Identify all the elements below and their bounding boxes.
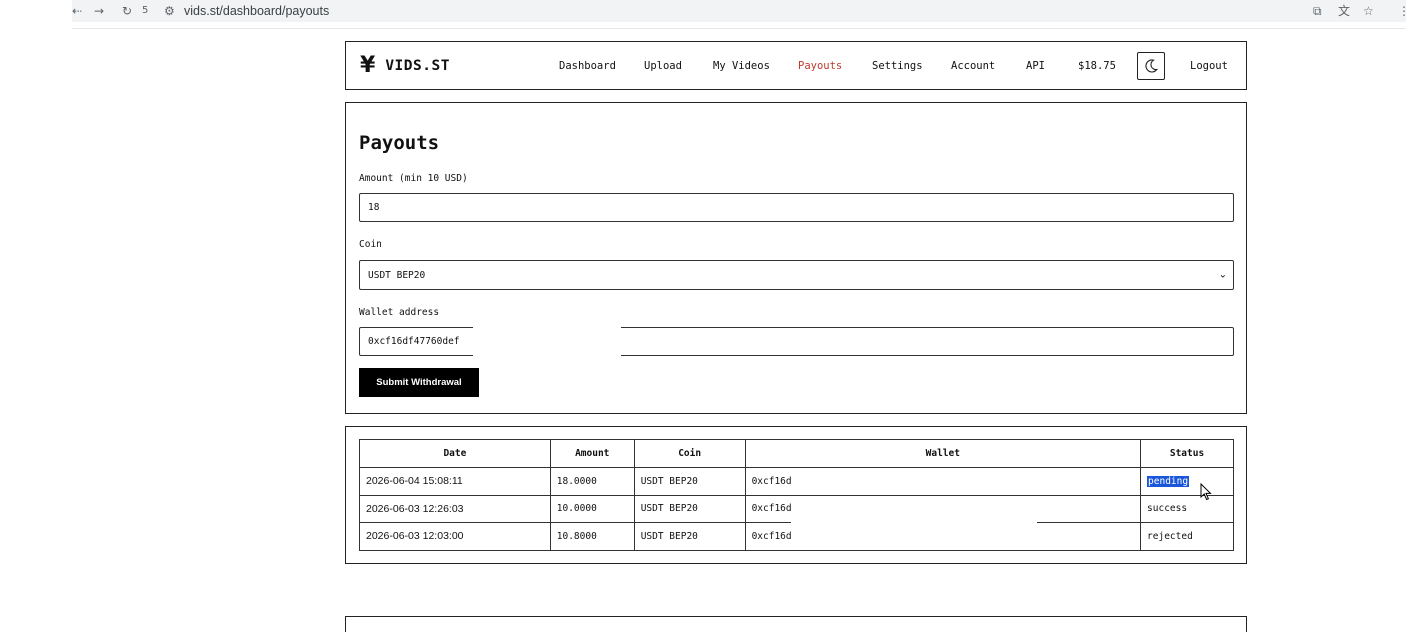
cell-amount: 18.0000	[549, 467, 635, 496]
coin-label: Coin	[359, 239, 382, 250]
cell-status: pending	[1140, 467, 1234, 496]
payout-history-table: Date Amount Coin Wallet Status 2026-06-0…	[359, 439, 1234, 551]
reload-icon[interactable]: ↻	[122, 3, 132, 19]
cell-amount: 10.8000	[549, 522, 635, 551]
logo-icon: ¥	[360, 53, 376, 78]
amount-value: 18	[368, 202, 380, 213]
moon-icon	[1145, 59, 1159, 73]
nav-api[interactable]: API	[1026, 59, 1045, 73]
menu-icon[interactable]: ⋮	[1398, 3, 1406, 19]
mouse-cursor-icon	[1200, 483, 1212, 501]
install-app-icon[interactable]: ⧉	[1313, 3, 1322, 19]
page-title: Payouts	[359, 132, 440, 154]
reload-badge: 5	[142, 5, 149, 16]
nav-payouts[interactable]: Payouts	[798, 59, 842, 73]
browser-toolbar: ⇠ → ↻ 5 ⚙ vids.st/dashboard/payouts ⧉ 文 …	[0, 0, 1406, 22]
status-text-selected[interactable]: pending	[1147, 475, 1190, 487]
redaction-mask	[790, 524, 1037, 550]
cell-wallet: 0xcf16d	[744, 467, 1142, 496]
url-field[interactable]: vids.st/dashboard/payouts	[184, 3, 329, 19]
chevron-down-icon: ⌄	[1218, 269, 1227, 281]
cell-coin: USDT BEP20	[633, 467, 746, 496]
nav-upload[interactable]: Upload	[644, 59, 682, 73]
logo-text: VIDS.ST	[385, 58, 450, 74]
cell-date: 2026-06-03 12:26:03	[359, 494, 551, 523]
nav-dashboard[interactable]: Dashboard	[559, 59, 616, 73]
logo[interactable]: ¥ VIDS.ST	[360, 54, 450, 78]
cell-status: rejected	[1140, 522, 1234, 551]
nav-balance[interactable]: $18.75	[1078, 59, 1116, 73]
next-section-card	[345, 616, 1247, 632]
column-header-status: Status	[1140, 439, 1234, 468]
cell-date: 2026-06-04 15:08:11	[359, 467, 551, 496]
amount-input[interactable]: 18	[359, 193, 1234, 222]
cell-wallet: 0xcf16d	[744, 522, 1142, 551]
column-header-amount: Amount	[549, 439, 635, 468]
back-arrow-icon[interactable]: ⇠	[72, 3, 82, 19]
table-row: 2026-06-03 12:03:00 10.8000 USDT BEP20 0…	[359, 522, 1234, 551]
logout-link[interactable]: Logout	[1190, 59, 1228, 73]
redaction-mask	[473, 327, 621, 356]
cell-wallet: 0xcf16d	[744, 494, 1142, 523]
submit-withdrawal-button[interactable]: Submit Withdrawal	[359, 368, 479, 397]
wallet-label: Wallet address	[359, 307, 440, 318]
bookmark-star-icon[interactable]: ☆	[1363, 3, 1374, 19]
chrome-divider	[72, 28, 1406, 29]
table-row: 2026-06-04 15:08:11 18.0000 USDT BEP20 0…	[359, 467, 1234, 496]
table-row: 2026-06-03 12:26:03 10.0000 USDT BEP20 0…	[359, 494, 1234, 523]
site-header: ¥ VIDS.ST Dashboard Upload My Videos Pay…	[345, 41, 1247, 90]
column-header-wallet: Wallet	[744, 439, 1142, 468]
coin-select-value: USDT BEP20	[368, 269, 426, 281]
coin-select[interactable]: USDT BEP20 ⌄	[359, 260, 1234, 290]
cell-wallet-value: 0xcf16d	[751, 503, 792, 515]
payout-form-card: Payouts Amount (min 10 USD) 18 Coin USDT…	[345, 102, 1247, 414]
theme-toggle-button[interactable]	[1137, 52, 1165, 80]
cell-wallet-value: 0xcf16d	[751, 475, 792, 487]
cell-coin: USDT BEP20	[633, 522, 746, 551]
column-header-coin: Coin	[633, 439, 746, 468]
redaction-mask	[790, 496, 1037, 523]
site-info-icon[interactable]: ⚙	[164, 3, 175, 19]
cell-status: success	[1140, 494, 1234, 523]
cell-amount: 10.0000	[549, 494, 635, 523]
wallet-address-input[interactable]: 0xcf16df47760def	[359, 327, 1234, 356]
table-header-row: Date Amount Coin Wallet Status	[359, 439, 1234, 468]
amount-label: Amount (min 10 USD)	[359, 173, 468, 184]
nav-settings[interactable]: Settings	[872, 59, 923, 73]
column-header-date: Date	[359, 439, 551, 468]
cell-date: 2026-06-03 12:03:00	[359, 522, 551, 551]
nav-my-videos[interactable]: My Videos	[713, 59, 770, 73]
translate-icon[interactable]: 文	[1338, 3, 1350, 19]
cell-coin: USDT BEP20	[633, 494, 746, 523]
forward-arrow-icon[interactable]: →	[94, 3, 104, 19]
redaction-mask	[790, 469, 1037, 495]
payout-history-card: Date Amount Coin Wallet Status 2026-06-0…	[345, 426, 1247, 564]
wallet-address-value: 0xcf16df47760def	[368, 336, 460, 347]
nav-account[interactable]: Account	[951, 59, 995, 73]
cell-wallet-value: 0xcf16d	[751, 530, 792, 542]
